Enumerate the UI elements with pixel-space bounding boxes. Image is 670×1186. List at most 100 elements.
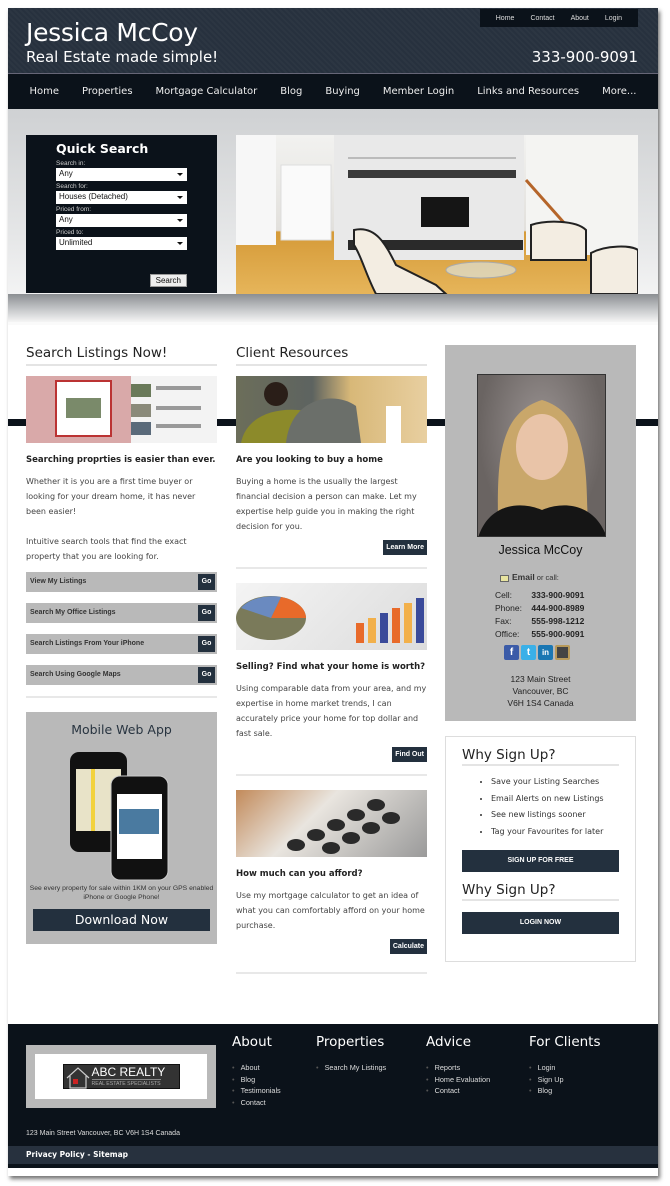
envelope-icon [500, 574, 509, 582]
footer-link[interactable]: Home Evaluation [426, 1074, 491, 1086]
link-label: Search Listings From Your iPhone [30, 640, 145, 647]
client-resources-column: Client Resources Are you looking to buy … [236, 345, 427, 974]
nav-more[interactable]: More... [602, 86, 636, 97]
footer-link[interactable]: Sign Up [529, 1074, 601, 1086]
nav-home[interactable]: Home [29, 86, 59, 97]
login-now-button[interactable]: LOGIN NOW [462, 912, 619, 934]
footer-link[interactable]: Contact [232, 1097, 281, 1109]
footer-link[interactable]: About [232, 1062, 281, 1074]
footer-link[interactable]: Reports [426, 1062, 490, 1074]
site-tagline: Real Estate made simple! [26, 48, 219, 66]
contact-phone: Phone: 444-900-8989 [495, 602, 584, 615]
footer-col-for-clients: For Clients Login Sign Up Blog [529, 1034, 601, 1097]
contact-value: 444-900-8989 [531, 603, 585, 613]
buy-home-text: Buying a home is the usually the largest… [236, 477, 417, 531]
facebook-icon[interactable]: f [504, 645, 519, 660]
nav-buying[interactable]: Buying [325, 86, 360, 97]
top-nav-login[interactable]: Login [597, 15, 630, 22]
selling-heading: Selling? Find what your home is worth? [236, 662, 426, 672]
search-iphone-link[interactable]: Search Listings From Your iPhone Go [26, 634, 217, 654]
footer-link[interactable]: Blog [529, 1085, 601, 1097]
top-nav-contact[interactable]: Contact [522, 15, 562, 22]
divider [236, 567, 427, 569]
privacy-policy-link[interactable]: Privacy Policy [26, 1150, 85, 1159]
address-line: Vancouver, BC [512, 686, 569, 696]
view-my-listings-link[interactable]: View My Listings Go [26, 572, 217, 592]
nav-mortgage-calculator[interactable]: Mortgage Calculator [156, 86, 258, 97]
footer-link[interactable]: Login [529, 1062, 601, 1074]
footer-col-title: For Clients [529, 1034, 601, 1050]
logo-inner: ABC REALTY REAL ESTATE SPECIALISTS [35, 1054, 207, 1099]
footer-link[interactable]: Search My Listings [316, 1062, 387, 1074]
agent-photo [477, 374, 606, 537]
logo-title: ABC REALTY [91, 1065, 166, 1079]
nav-properties[interactable]: Properties [82, 86, 133, 97]
charts-image [236, 583, 427, 650]
link-label: View My Listings [30, 578, 87, 585]
nav-links-resources[interactable]: Links and Resources [477, 86, 579, 97]
footer-bottom-bar: Privacy Policy - Sitemap [8, 1146, 658, 1164]
footer-col-title: Advice [426, 1034, 472, 1050]
site-header: Jessica McCoy Real Estate made simple! 3… [8, 8, 658, 73]
search-in-select[interactable]: Any [56, 168, 187, 181]
calculate-button[interactable]: Calculate [389, 939, 427, 954]
top-nav-about[interactable]: About [563, 15, 597, 22]
footer-link[interactable]: Contact [426, 1085, 490, 1097]
priced-from-select[interactable]: Any [56, 214, 187, 227]
phones-image [70, 752, 169, 881]
linkedin-icon[interactable]: in [538, 645, 553, 660]
email-link[interactable]: Email [512, 572, 535, 582]
go-button[interactable]: Go [198, 574, 215, 590]
blog-icon[interactable] [555, 645, 570, 660]
site-title[interactable]: Jessica McCoy [26, 18, 198, 47]
contact-value: 333-900-9091 [531, 590, 585, 600]
afford-heading: How much can you afford? [236, 869, 363, 879]
link-label: Search My Office Listings [30, 609, 116, 616]
agent-contacts: Cell: 333-900-9091 Phone: 444-900-8989 F… [495, 589, 584, 641]
mobile-app-caption: See every property for sale within 1KM o… [29, 885, 214, 901]
nav-blog[interactable]: Blog [280, 86, 302, 97]
why-signup-title-2: Why Sign Up? [462, 882, 619, 901]
search-google-maps-link[interactable]: Search Using Google Maps Go [26, 665, 217, 685]
divider [26, 696, 217, 698]
header-phone: 333-900-9091 [531, 48, 638, 66]
abc-realty-logo[interactable]: ABC REALTY REAL ESTATE SPECIALISTS [62, 1064, 180, 1089]
sitemap-link[interactable]: Sitemap [93, 1150, 128, 1159]
footer-link[interactable]: Blog [232, 1074, 281, 1086]
social-icons: f t in [504, 645, 570, 660]
priced-to-select[interactable]: Unlimited [56, 237, 187, 250]
contact-label: Fax: [495, 616, 512, 626]
contact-fax: Fax: 555-998-1212 [495, 615, 584, 628]
search-for-select[interactable]: Houses (Detached) [56, 191, 187, 204]
site-footer: ABC REALTY REAL ESTATE SPECIALISTS About… [8, 1024, 658, 1168]
download-now-button[interactable]: Download Now [33, 909, 210, 931]
signup-free-button[interactable]: SIGN UP FOR FREE [462, 850, 619, 872]
search-in-label: Search in: [56, 160, 86, 167]
search-listings-heading: Searching proprties is easier than ever. [26, 455, 216, 465]
benefit-item: Save your Listing Searches [491, 774, 619, 791]
go-button[interactable]: Go [198, 636, 215, 652]
listings-map-illustration [55, 380, 201, 437]
benefit-item: Email Alerts on new Listings [491, 791, 619, 808]
find-out-button[interactable]: Find Out [392, 747, 427, 762]
top-nav-home[interactable]: Home [488, 15, 523, 22]
twitter-icon[interactable]: t [521, 645, 536, 660]
contact-office: Office: 555-900-9091 [495, 628, 584, 641]
search-for-label: Search for: [56, 183, 88, 190]
search-listings-para2: Intuitive search tools that find the exa… [26, 537, 187, 561]
afford-text: Use my mortgage calculator to get an ide… [236, 891, 425, 930]
footer-col-properties: Properties Search My Listings [316, 1034, 386, 1074]
couple-illustration [241, 382, 401, 443]
nav-member-login[interactable]: Member Login [383, 86, 454, 97]
living-room-illustration [236, 135, 638, 294]
signup-panel: Why Sign Up? Save your Listing Searches … [445, 736, 636, 962]
search-office-listings-link[interactable]: Search My Office Listings Go [26, 603, 217, 623]
go-button[interactable]: Go [198, 667, 215, 683]
go-button[interactable]: Go [198, 605, 215, 621]
benefit-item: Tag your Favourites for later [491, 824, 619, 841]
search-button[interactable]: Search [149, 274, 187, 287]
agent-name: Jessica McCoy [498, 543, 583, 557]
footer-link[interactable]: Testimonials [232, 1085, 281, 1097]
quick-search-panel: Quick Search Search in: Any Search for: … [26, 135, 217, 293]
learn-more-button[interactable]: Learn More [383, 540, 427, 555]
